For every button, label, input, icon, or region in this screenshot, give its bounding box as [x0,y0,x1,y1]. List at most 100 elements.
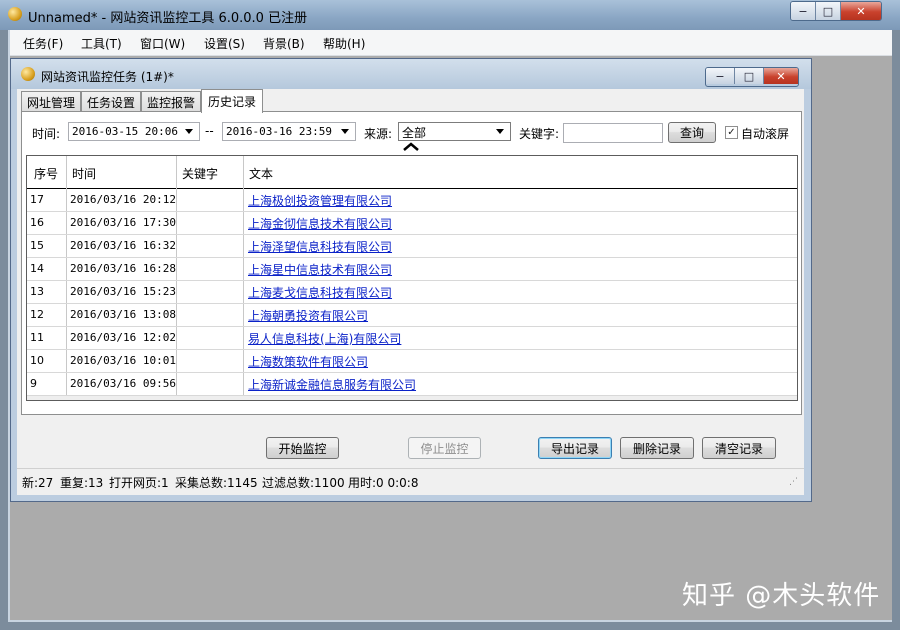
task-logo-icon [21,67,35,81]
menu-help[interactable]: 帮助(H) [323,35,365,52]
cell-text-link[interactable]: 上海朝勇投资有限公司 [248,307,368,324]
chevron-down-icon [341,129,349,134]
table-row[interactable]: 9 2016/03/16 09:56 上海新诚金融信息服务有限公司 [27,372,797,396]
column-header-keyword[interactable]: 关键字 [182,165,218,182]
task-window-body: 网址管理 任务设置 监控报警 历史记录 时间: 2016-03-15 20:06… [17,89,804,495]
table-row[interactable]: 17 2016/03/16 20:12 上海极创投资管理有限公司 [27,188,797,212]
cell-time: 2016/03/16 12:02 [70,331,176,344]
time-to-picker[interactable]: 2016-03-16 23:59 [222,122,356,141]
cell-id: 16 [30,216,44,229]
clear-records-button[interactable]: 清空记录 [702,437,776,459]
source-select[interactable]: 全部 [398,122,511,141]
cell-text-link[interactable]: 上海泽望信息科技有限公司 [248,238,392,255]
status-filtered: 过滤总数:1100 [262,476,345,490]
task-close-button[interactable]: ✕ [764,68,798,84]
export-records-button[interactable]: 导出记录 [538,437,612,459]
tab-history[interactable]: 历史记录 [201,89,263,113]
menu-settings[interactable]: 设置(S) [204,35,245,52]
time-from-picker[interactable]: 2016-03-15 20:06 [68,122,200,141]
tab-url-management[interactable]: 网址管理 [21,91,81,112]
status-opened: 打开网页:1 [109,476,169,490]
cell-id: 14 [30,262,44,275]
resize-grip-icon[interactable]: ⋰ [789,477,798,487]
cell-id: 12 [30,308,44,321]
keyword-label: 关键字: [519,127,560,141]
cell-text-link[interactable]: 上海数策软件有限公司 [248,353,368,370]
tab-monitor-alerts[interactable]: 监控报警 [141,91,201,112]
time-to-value: 2016-03-16 23:59 [226,125,332,138]
status-elapsed: 用时:0 0:0:8 [348,476,419,490]
history-table: 序号 时间 关键字 文本 17 2016/03/16 20:12 上海极创投资管理有… [26,155,798,401]
cell-time: 2016/03/16 13:08 [70,308,176,321]
keyword-input[interactable] [563,123,663,143]
watermark: 知乎 @木头软件 [682,581,881,611]
cell-text-link[interactable]: 易人信息科技(上海)有限公司 [248,330,401,347]
menu-tools[interactable]: 工具(T) [81,35,122,52]
task-maximize-button[interactable]: □ [735,68,764,84]
time-separator: -- [205,124,214,138]
status-bar: 新:27 重复:13 打开网页:1 采集总数:1145 过滤总数:1100 用时… [17,468,804,493]
table-row[interactable]: 10 2016/03/16 10:01 上海数策软件有限公司 [27,349,797,373]
source-value: 全部 [402,126,427,140]
time-from-value: 2016-03-15 20:06 [72,125,178,138]
cell-id: 10 [30,354,44,367]
delete-records-button[interactable]: 删除记录 [620,437,694,459]
menubar: 任务(F) 工具(T) 窗口(W) 设置(S) 背景(B) 帮助(H) [10,30,892,56]
cell-id: 15 [30,239,44,252]
status-collected: 采集总数:1145 [175,476,258,490]
close-button[interactable]: ✕ [841,2,881,20]
cell-time: 2016/03/16 16:32 [70,239,176,252]
status-new: 新:27 [22,476,54,490]
task-window: 网站资讯监控任务 (1#)* − □ ✕ 网址管理 任务设置 监控报警 历史记录… [10,58,812,502]
table-row[interactable]: 14 2016/03/16 16:28 上海星中信息技术有限公司 [27,257,797,281]
cell-time: 2016/03/16 16:28 [70,262,176,275]
cell-time: 2016/03/16 09:56 [70,377,176,390]
table-row[interactable]: 15 2016/03/16 16:32 上海泽望信息科技有限公司 [27,234,797,258]
column-header-time[interactable]: 时间 [72,165,96,182]
task-window-title: 网站资讯监控任务 (1#)* [41,70,174,84]
app-titlebar: Unnamed* - 网站资讯监控工具 6.0.0.0 已注册 − □ ✕ [0,0,900,30]
task-minimize-button[interactable]: − [706,68,735,84]
cell-id: 11 [30,331,44,344]
cell-time: 2016/03/16 10:01 [70,354,176,367]
stop-monitor-button[interactable]: 停止监控 [408,437,481,459]
menu-window[interactable]: 窗口(W) [140,35,185,52]
app-caption-buttons: − □ ✕ [790,1,882,21]
column-header-text[interactable]: 文本 [249,165,273,182]
cell-text-link[interactable]: 上海金彻信息技术有限公司 [248,215,392,232]
column-header-id[interactable]: 序号 [34,165,58,182]
cell-text-link[interactable]: 上海极创投资管理有限公司 [248,192,392,209]
app-logo-icon [8,7,22,21]
table-row[interactable]: 13 2016/03/16 15:23 上海麦戈信息科技有限公司 [27,280,797,304]
table-row[interactable]: 11 2016/03/16 12:02 易人信息科技(上海)有限公司 [27,326,797,350]
history-panel: 时间: 2016-03-15 20:06 -- 2016-03-16 23:59… [21,111,802,415]
cell-text-link[interactable]: 上海星中信息技术有限公司 [248,261,392,278]
table-header: 序号 时间 关键字 文本 [27,156,797,189]
tab-task-settings[interactable]: 任务设置 [81,91,141,112]
table-row[interactable]: 16 2016/03/16 17:30 上海金彻信息技术有限公司 [27,211,797,235]
cell-id: 17 [30,193,44,206]
table-row[interactable]: 12 2016/03/16 13:08 上海朝勇投资有限公司 [27,303,797,327]
cell-id: 13 [30,285,44,298]
cell-time: 2016/03/16 20:12 [70,193,176,206]
app-title: Unnamed* - 网站资讯监控工具 6.0.0.0 已注册 [28,11,308,26]
start-monitor-button[interactable]: 开始监控 [266,437,339,459]
partial-row [27,396,797,400]
source-label: 来源: [364,127,393,141]
chevron-down-icon [185,129,193,134]
cell-time: 2016/03/16 15:23 [70,285,176,298]
chevron-up-icon [403,142,419,151]
task-window-titlebar[interactable]: 网站资讯监控任务 (1#)* − □ ✕ [11,59,811,89]
minimize-button[interactable]: − [791,2,816,20]
query-button[interactable]: 查询 [668,122,716,143]
chevron-down-icon [496,129,504,134]
cell-time: 2016/03/16 17:30 [70,216,176,229]
cell-text-link[interactable]: 上海麦戈信息科技有限公司 [248,284,392,301]
status-repeat: 重复:13 [60,476,104,490]
maximize-button[interactable]: □ [816,2,841,20]
menu-background[interactable]: 背景(B) [263,35,305,52]
cell-text-link[interactable]: 上海新诚金融信息服务有限公司 [248,376,416,393]
auto-scroll-checkbox[interactable]: ✓ [725,126,738,139]
time-label: 时间: [32,127,61,141]
menu-task[interactable]: 任务(F) [23,35,63,52]
